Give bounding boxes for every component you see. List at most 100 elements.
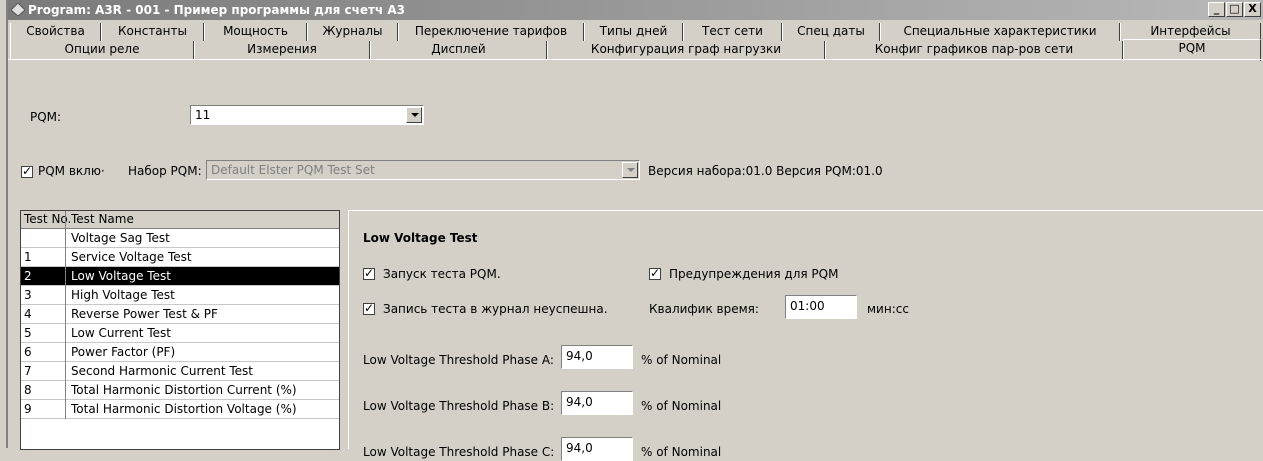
column-divider <box>65 343 66 362</box>
test-name: Low Current Test <box>71 326 171 340</box>
column-divider <box>65 286 66 305</box>
table-row[interactable]: 6 Power Factor (PF) <box>21 343 339 362</box>
log-test-label: Запись теста в журнал неуспешна. <box>383 302 608 316</box>
phase-b-label: Low Voltage Threshold Phase B: <box>363 399 555 413</box>
maximize-button[interactable]: □ <box>1226 2 1243 17</box>
test-name: Power Factor (PF) <box>71 345 176 359</box>
test-no: 6 <box>24 345 32 359</box>
tab-tariff-switching[interactable]: Переключение тарифов <box>398 23 584 41</box>
table-row-selected[interactable]: 2 Low Voltage Test <box>21 267 339 286</box>
qual-time-label: Квалифик время: <box>649 302 759 316</box>
tab-display[interactable]: Дисплей <box>370 41 547 59</box>
version-info: Версия набора:01.0 Версия PQM:01.0 <box>648 164 883 178</box>
test-no: 7 <box>24 364 32 378</box>
minimize-button[interactable]: _ <box>1208 2 1225 17</box>
close-button[interactable]: X <box>1244 2 1261 17</box>
pqm-enable-label: PQM вклю· <box>38 164 105 178</box>
column-divider <box>65 211 66 228</box>
app-icon <box>11 3 25 16</box>
phase-b-unit: % of Nominal <box>641 399 722 413</box>
phase-c-unit: % of Nominal <box>641 445 722 459</box>
test-name: Total Harmonic Distortion Current (%) <box>71 383 297 397</box>
column-divider <box>65 229 66 248</box>
table-row[interactable]: 7 Second Harmonic Current Test <box>21 362 339 381</box>
tab-relay-options[interactable]: Опции реле <box>10 41 194 59</box>
column-divider <box>65 400 66 419</box>
detail-title: Low Voltage Test <box>363 231 478 245</box>
log-test-checkbox[interactable] <box>363 301 375 315</box>
tab-network-test[interactable]: Тест сети <box>683 23 782 41</box>
pqm-enable-checkbox[interactable] <box>21 164 33 178</box>
table-row[interactable]: 8 Total Harmonic Distortion Current (%) <box>21 381 339 400</box>
warnings-checkbox[interactable] <box>649 266 661 280</box>
run-test-checkbox[interactable] <box>363 266 375 280</box>
column-divider <box>65 267 66 286</box>
pqm-set-select[interactable]: Default Elster PQM Test Set <box>206 160 640 180</box>
test-list-header: Test No. Test Name <box>21 211 339 229</box>
table-row[interactable]: 4 Reverse Power Test & PF <box>21 305 339 324</box>
phase-c-value: 94,0 <box>566 441 593 455</box>
qual-time-unit: мин:сс <box>867 302 909 316</box>
tab-special-dates[interactable]: Спец даты <box>782 23 880 41</box>
table-row[interactable]: 3 High Voltage Test <box>21 286 339 305</box>
run-test-label: Запуск теста PQM. <box>383 267 501 281</box>
column-divider <box>65 362 66 381</box>
column-divider <box>65 248 66 267</box>
phase-a-input[interactable]: 94,0 <box>561 345 633 369</box>
test-no: 1 <box>24 250 32 264</box>
phase-c-input[interactable]: 94,0 <box>561 437 633 461</box>
warnings-label: Предупреждения для PQM <box>669 267 839 281</box>
test-name: Low Voltage Test <box>71 269 171 283</box>
table-row[interactable]: 9 Total Harmonic Distortion Voltage (%) <box>21 400 339 419</box>
pqm-label: PQM: <box>30 110 62 124</box>
phase-b-value: 94,0 <box>566 395 593 409</box>
column-divider <box>65 324 66 343</box>
window-title: Program: A3R - 001 - Пример программы дл… <box>28 3 405 17</box>
window-controls: _ □ X <box>1208 2 1261 17</box>
test-name: High Voltage Test <box>71 288 175 302</box>
test-no: 9 <box>24 402 32 416</box>
phase-a-label: Low Voltage Threshold Phase A: <box>363 353 554 367</box>
pqm-select[interactable]: 11 <box>190 105 424 125</box>
test-no: 3 <box>24 288 32 302</box>
table-row[interactable]: 5 Low Current Test <box>21 324 339 343</box>
test-detail-panel: Low Voltage Test Запуск теста PQM. Преду… <box>348 210 1263 461</box>
tab-network-profile-config[interactable]: Конфиг графиков пар-ров сети <box>825 41 1123 59</box>
test-name: Service Voltage Test <box>71 250 192 264</box>
column-divider <box>65 381 66 400</box>
column-header-test-name[interactable]: Test Name <box>71 212 134 226</box>
test-name: Voltage Sag Test <box>71 231 170 245</box>
phase-b-input[interactable]: 94,0 <box>561 391 633 415</box>
pqm-select-value: 11 <box>195 108 211 122</box>
tab-logs[interactable]: Журналы <box>307 23 398 41</box>
chevron-down-icon[interactable] <box>406 107 422 123</box>
tab-properties[interactable]: Свойства <box>10 23 101 41</box>
test-no: 5 <box>24 326 32 340</box>
tab-pqm[interactable]: PQM <box>1123 39 1261 61</box>
table-row[interactable]: Voltage Sag Test <box>21 229 339 248</box>
test-list: Test No. Test Name Voltage Sag Test 1 Ser… <box>20 210 340 450</box>
test-no: 4 <box>24 307 32 321</box>
phase-a-value: 94,0 <box>566 349 593 363</box>
tab-special-characteristics[interactable]: Специальные характеристики <box>880 23 1120 41</box>
phase-c-label: Low Voltage Threshold Phase C: <box>363 445 555 459</box>
tab-row-1: Свойства Константы Мощность Журналы Пере… <box>8 23 1263 41</box>
qual-time-input[interactable]: 01:00 <box>785 295 857 319</box>
test-no: 2 <box>24 269 32 283</box>
phase-a-unit: % of Nominal <box>641 353 722 367</box>
tab-row-2: Опции реле Измерения Дисплей Конфигураци… <box>8 39 1263 61</box>
test-name: Reverse Power Test & PF <box>71 307 218 321</box>
tab-constants[interactable]: Константы <box>101 23 204 41</box>
program-window: Program: A3R - 001 - Пример программы дл… <box>6 0 1263 461</box>
table-row[interactable]: 1 Service Voltage Test <box>21 248 339 267</box>
tab-separator <box>8 59 1263 60</box>
chevron-down-icon[interactable] <box>622 162 638 178</box>
tab-power[interactable]: Мощность <box>204 23 307 41</box>
qual-time-value: 01:00 <box>790 299 825 313</box>
pqm-set-label: Набор PQM: <box>128 164 202 178</box>
tab-day-types[interactable]: Типы дней <box>584 23 683 41</box>
test-no: 8 <box>24 383 32 397</box>
tab-load-profile-config[interactable]: Конфигурация граф нагрузки <box>547 41 825 59</box>
tab-measurements[interactable]: Измерения <box>194 41 370 59</box>
test-name: Second Harmonic Current Test <box>71 364 253 378</box>
